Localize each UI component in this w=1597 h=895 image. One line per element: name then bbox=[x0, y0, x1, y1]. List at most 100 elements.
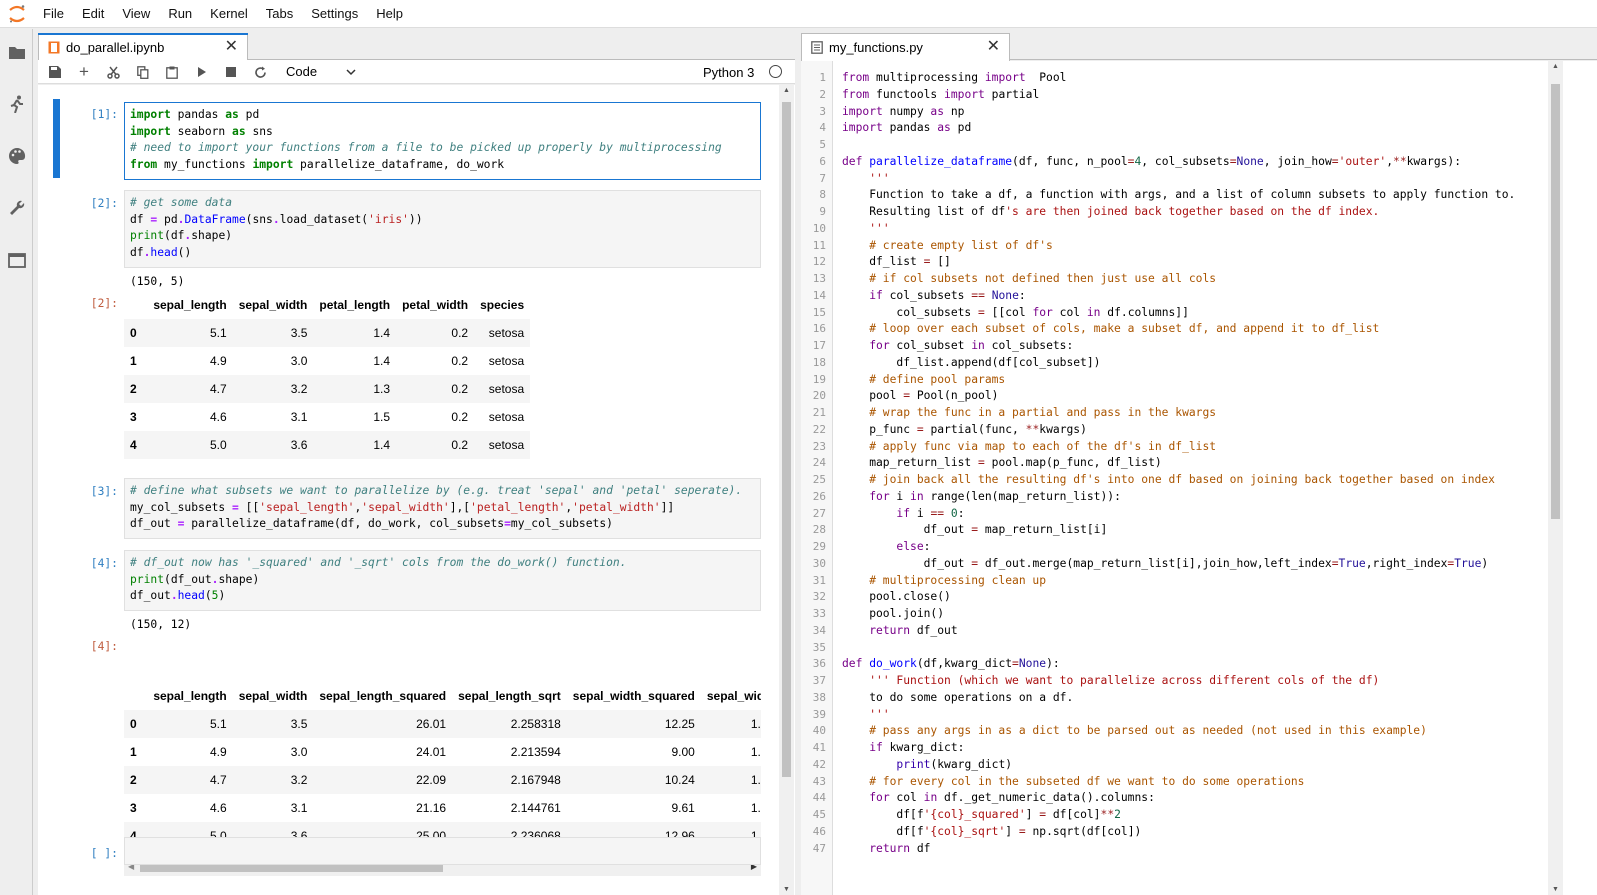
code-line[interactable]: return df_out bbox=[842, 623, 1515, 640]
code-line[interactable]: if col_subsets == None: bbox=[842, 288, 1515, 305]
code-line[interactable]: for i in range(len(map_return_list)): bbox=[842, 489, 1515, 506]
tabs-icon[interactable] bbox=[6, 249, 28, 271]
table-row: 1 4.9 3.0 24.01 2.213594 9.00 1.732051 bbox=[124, 738, 761, 766]
code-editor[interactable]: 1 2 3 4 5 6 7 8 9 10 11 12 13 14 15 16 17 18 19 20 21 22 23 24 2… bbox=[801, 61, 1597, 895]
scroll-down-icon[interactable]: ▼ bbox=[783, 886, 790, 893]
code-line[interactable]: for col in df._get_numeric_data().column… bbox=[842, 790, 1515, 807]
menu-edit[interactable]: Edit bbox=[73, 0, 113, 28]
code-line[interactable]: to do some operations on a df. bbox=[842, 690, 1515, 707]
code-line[interactable]: else: bbox=[842, 539, 1515, 556]
code-line[interactable]: df_list.append(df[col_subset]) bbox=[842, 355, 1515, 372]
code-line[interactable]: df_list = [] bbox=[842, 254, 1515, 271]
code-line[interactable]: Resulting list of df's are then joined b… bbox=[842, 204, 1515, 221]
wrench-icon[interactable] bbox=[6, 197, 28, 219]
code-cell-input[interactable] bbox=[124, 837, 761, 865]
run-icon[interactable] bbox=[194, 64, 210, 80]
code-line[interactable]: from functools import partial bbox=[842, 87, 1515, 104]
table-cell: setosa bbox=[488, 354, 525, 368]
code-line[interactable]: # loop over each subset of cols, make a … bbox=[842, 321, 1515, 338]
menu-run[interactable]: Run bbox=[159, 0, 201, 28]
code-line[interactable]: # join back all the resulting df's into … bbox=[842, 472, 1515, 489]
copy-icon[interactable] bbox=[135, 64, 151, 80]
scroll-up-icon[interactable]: ▲ bbox=[1552, 63, 1559, 70]
code-line[interactable]: ''' bbox=[842, 221, 1515, 238]
row-index: 3 bbox=[130, 410, 137, 424]
menu-settings[interactable]: Settings bbox=[302, 0, 367, 28]
paste-icon[interactable] bbox=[164, 64, 180, 80]
tab-my-functions[interactable]: my_functions.py ✕ bbox=[801, 33, 1010, 61]
code-line[interactable]: df[f'{col}_squared'] = df[col]**2 bbox=[842, 807, 1515, 824]
line-number: 31 bbox=[812, 573, 826, 587]
table-cell: 9.61 bbox=[671, 801, 695, 815]
code-line[interactable]: df[f'{col}_sqrt'] = np.sqrt(df[col]) bbox=[842, 824, 1515, 841]
code-line[interactable]: def do_work(df,kwarg_dict=None): bbox=[842, 656, 1515, 673]
notebook-file-icon bbox=[48, 41, 60, 54]
code-line[interactable]: pool.close() bbox=[842, 589, 1515, 606]
vertical-scrollbar[interactable]: ▲ ▼ bbox=[779, 85, 794, 895]
line-number: 24 bbox=[812, 456, 826, 470]
code-line[interactable]: # create empty list of df's bbox=[842, 238, 1515, 255]
code-line[interactable]: df_out = df_out.merge(map_return_list[i]… bbox=[842, 556, 1515, 573]
code-line[interactable]: Function to take a df, a function with a… bbox=[842, 187, 1515, 204]
code-line[interactable]: # for every col in the subseted df we wa… bbox=[842, 774, 1515, 791]
folder-icon[interactable] bbox=[6, 41, 28, 63]
menu-kernel[interactable]: Kernel bbox=[201, 0, 257, 28]
code-line[interactable]: ''' bbox=[842, 707, 1515, 724]
code-line[interactable]: ''' Function (which we want to paralleli… bbox=[842, 673, 1515, 690]
code-line[interactable]: return df bbox=[842, 841, 1515, 858]
menu-tabs[interactable]: Tabs bbox=[257, 0, 302, 28]
stop-icon[interactable] bbox=[223, 64, 239, 80]
code-line[interactable] bbox=[842, 640, 1515, 657]
code-line[interactable] bbox=[842, 137, 1515, 154]
code-line[interactable]: # if col subsets not defined then just u… bbox=[842, 271, 1515, 288]
scrollbar-thumb[interactable] bbox=[782, 102, 791, 777]
vertical-scrollbar[interactable]: ▲ ▼ bbox=[1548, 61, 1563, 895]
close-icon[interactable]: ✕ bbox=[225, 39, 238, 55]
code-line[interactable]: for col_subset in col_subsets: bbox=[842, 338, 1515, 355]
code-line[interactable]: pool = Pool(n_pool) bbox=[842, 388, 1515, 405]
code-line[interactable]: df_out = map_return_list[i] bbox=[842, 522, 1515, 539]
code-cell-input[interactable]: import pandas as pd import seaborn as sn… bbox=[124, 102, 761, 180]
source-code[interactable]: from multiprocessing import Pool from fun… bbox=[842, 70, 1515, 857]
scroll-up-icon[interactable]: ▲ bbox=[783, 87, 790, 94]
add-cell-icon[interactable]: + bbox=[76, 62, 92, 81]
table-row: 4 5.0 3.6 1.4 0.2 setosa bbox=[124, 431, 531, 459]
code-line[interactable]: if kwarg_dict: bbox=[842, 740, 1515, 757]
code-line[interactable]: if i == 0: bbox=[842, 506, 1515, 523]
code-line[interactable]: map_return_list = pool.map(p_func, df_li… bbox=[842, 455, 1515, 472]
kernel-name[interactable]: Python 3 bbox=[703, 65, 754, 80]
code-line[interactable]: # define pool params bbox=[842, 372, 1515, 389]
close-icon[interactable]: ✕ bbox=[987, 39, 1000, 55]
code-cell-input[interactable]: # get some data df = pd.DataFrame(sns.lo… bbox=[124, 190, 761, 268]
code-line[interactable]: ''' bbox=[842, 171, 1515, 188]
line-number: 12 bbox=[812, 255, 826, 269]
tab-do-parallel[interactable]: do_parallel.ipynb ✕ bbox=[38, 33, 248, 61]
save-icon[interactable] bbox=[47, 64, 63, 80]
cell-type-select[interactable]: Code bbox=[286, 63, 360, 81]
code-line[interactable]: import pandas as pd bbox=[842, 120, 1515, 137]
code-line[interactable]: p_func = partial(func, **kwargs) bbox=[842, 422, 1515, 439]
menu-view[interactable]: View bbox=[113, 0, 159, 28]
code-line[interactable]: col_subsets = [[col for col in df.column… bbox=[842, 305, 1515, 322]
menu-help[interactable]: Help bbox=[367, 0, 412, 28]
cut-icon[interactable] bbox=[105, 64, 121, 80]
code-cell-input[interactable]: # define what subsets we want to paralle… bbox=[124, 478, 761, 539]
code-line[interactable]: def parallelize_dataframe(df, func, n_po… bbox=[842, 154, 1515, 171]
code-line[interactable]: print(kwarg_dict) bbox=[842, 757, 1515, 774]
scroll-down-icon[interactable]: ▼ bbox=[1552, 886, 1559, 893]
running-icon[interactable] bbox=[6, 93, 28, 115]
code-line[interactable]: # multiprocessing clean up bbox=[842, 573, 1515, 590]
code-line[interactable]: from multiprocessing import Pool bbox=[842, 70, 1515, 87]
code-line[interactable]: pool.join() bbox=[842, 606, 1515, 623]
code-line[interactable]: # pass any args in as a dict to be parse… bbox=[842, 723, 1515, 740]
restart-icon[interactable] bbox=[252, 64, 268, 80]
code-line[interactable]: # wrap the func in a partial and pass in… bbox=[842, 405, 1515, 422]
line-number: 7 bbox=[819, 171, 826, 185]
column-header: sepal_width_sqr bbox=[706, 689, 761, 703]
code-cell-input[interactable]: # df_out now has '_squared' and '_sqrt' … bbox=[124, 550, 761, 611]
code-line[interactable]: # apply func via map to each of the df's… bbox=[842, 439, 1515, 456]
palette-icon[interactable] bbox=[6, 145, 28, 167]
scrollbar-thumb[interactable] bbox=[1551, 84, 1560, 519]
menu-file[interactable]: File bbox=[34, 0, 73, 28]
code-line[interactable]: import numpy as np bbox=[842, 104, 1515, 121]
